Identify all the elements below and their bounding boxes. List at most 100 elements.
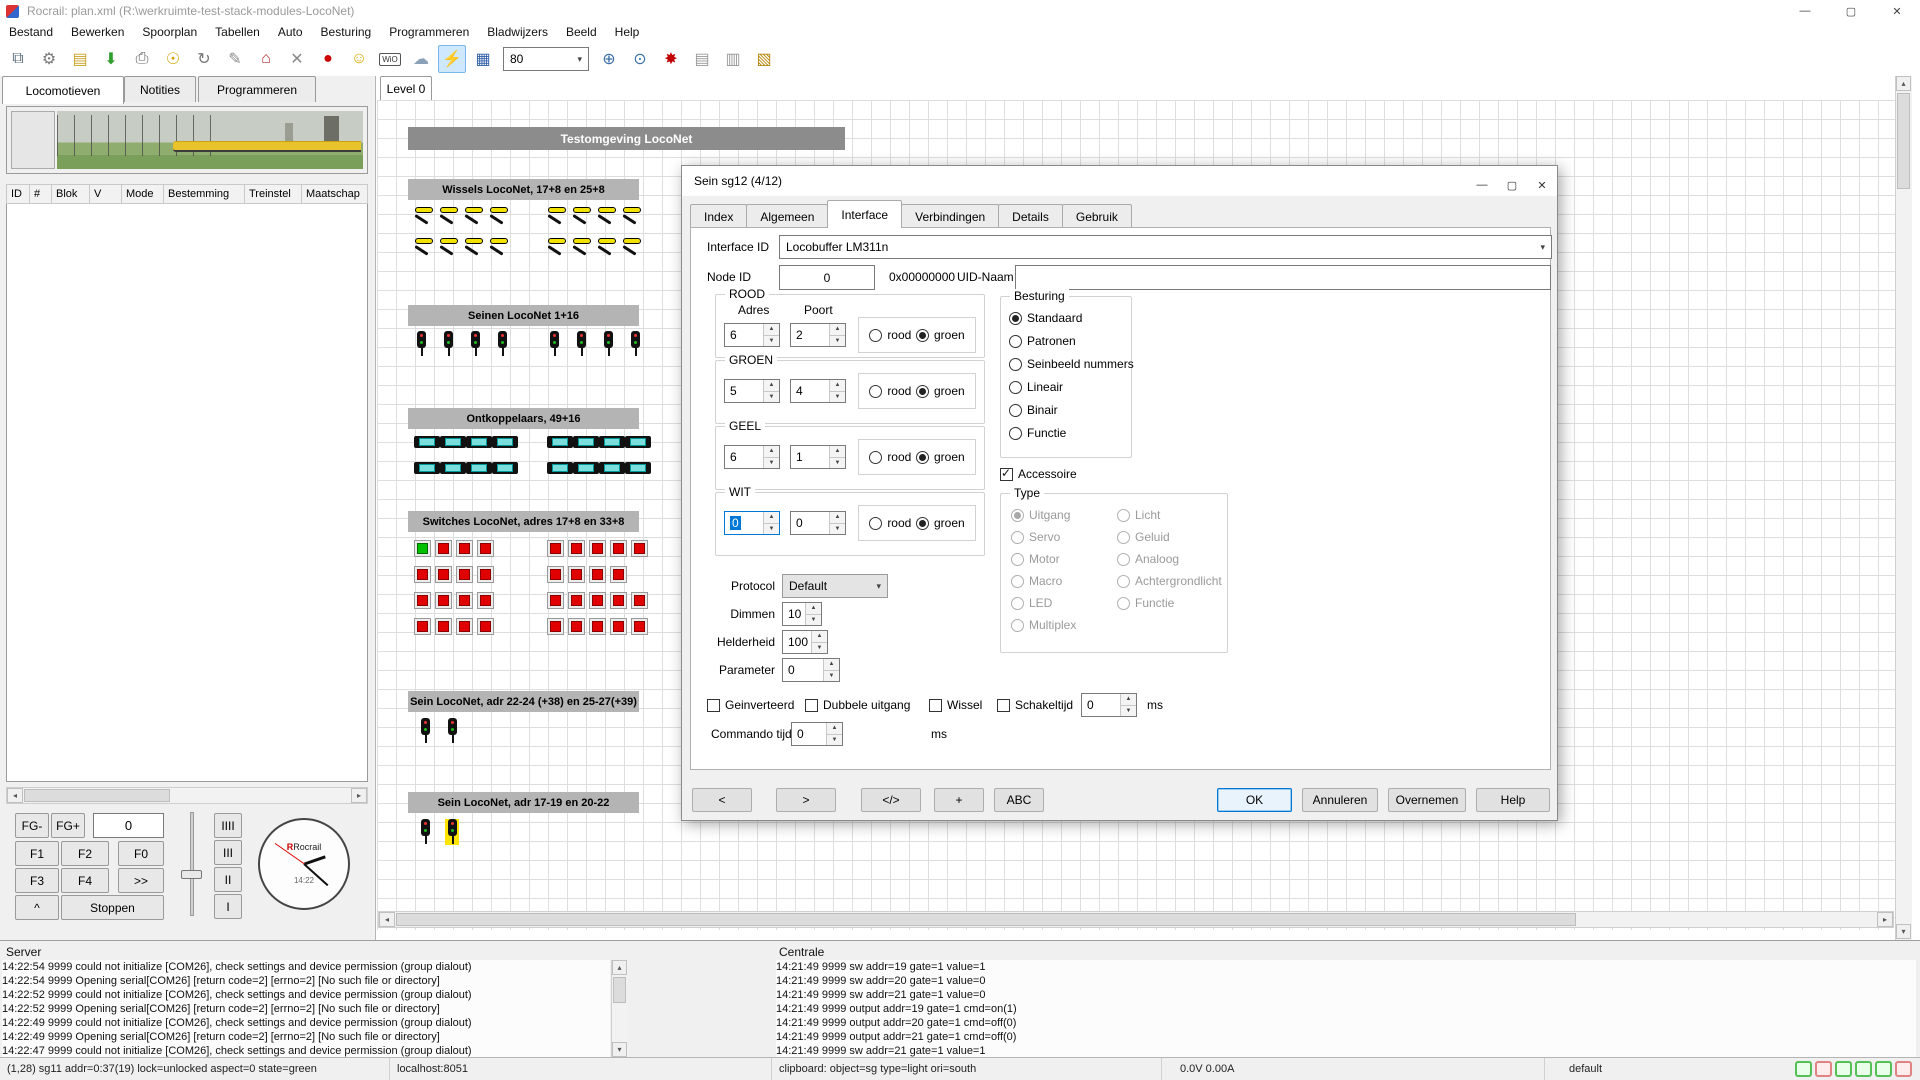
switch-button[interactable] <box>414 540 431 557</box>
menu-bewerken[interactable]: Bewerken <box>62 23 133 41</box>
menu-spoorplan[interactable]: Spoorplan <box>133 23 206 41</box>
switch-button[interactable] <box>414 566 431 583</box>
spin-down-icon[interactable]: ▼ <box>827 735 842 746</box>
close-panel-button[interactable]: ✕ <box>283 45 311 73</box>
signal-symbol[interactable] <box>418 819 432 845</box>
scroll-thumb[interactable] <box>396 913 1576 926</box>
f0-button[interactable]: F0 <box>118 841 164 866</box>
scroll-down-icon[interactable]: ▾ <box>612 1042 627 1057</box>
signal-symbol[interactable] <box>414 331 428 357</box>
signal-symbol[interactable] <box>628 331 642 357</box>
dialog-tab-verbindingen[interactable]: Verbindingen <box>901 204 999 228</box>
spin-up-icon[interactable]: ▲ <box>830 380 845 392</box>
helderheid-spinner[interactable]: 100▲▼ <box>782 630 828 654</box>
decoupler-symbol[interactable] <box>573 462 599 474</box>
maximize-button[interactable]: ▢ <box>1497 170 1527 200</box>
switch-button[interactable] <box>435 592 452 609</box>
accessoire-checkbox[interactable]: Accessoire <box>1000 467 1077 481</box>
switch-button[interactable] <box>589 618 606 635</box>
spin-down-icon[interactable]: ▼ <box>830 392 845 403</box>
wissel-symbol[interactable] <box>597 237 619 255</box>
rood-adres-spinner[interactable]: 6▲▼ <box>724 323 780 347</box>
wissel-symbol[interactable] <box>597 206 619 224</box>
rood-poort-spinner[interactable]: 2▲▼ <box>790 323 846 347</box>
switch-button[interactable] <box>568 592 585 609</box>
decoupler-symbol[interactable] <box>492 462 518 474</box>
open-folder-button[interactable]: ▤ <box>66 45 94 73</box>
decoupler-symbol[interactable] <box>547 462 573 474</box>
dialog-tab-gebruik[interactable]: Gebruik <box>1062 204 1132 228</box>
spin-down-icon[interactable]: ▼ <box>764 336 779 347</box>
maximize-button[interactable]: ▢ <box>1828 0 1874 22</box>
notes-button[interactable]: ▤ <box>688 45 716 73</box>
decoupler-symbol[interactable] <box>414 462 440 474</box>
spin-down-icon[interactable]: ▼ <box>806 615 821 626</box>
switch-button[interactable] <box>477 566 494 583</box>
spin-down-icon[interactable]: ▼ <box>824 671 839 682</box>
switch-button[interactable] <box>547 566 564 583</box>
signal-symbol[interactable] <box>495 331 509 357</box>
decoupler-symbol[interactable] <box>492 436 518 448</box>
spin-up-icon[interactable]: ▲ <box>806 603 821 615</box>
scroll-down-icon[interactable]: ▾ <box>1896 924 1911 939</box>
radio-rood[interactable]: rood <box>869 450 911 464</box>
dialog-tab-algemeen[interactable]: Algemeen <box>746 204 828 228</box>
overnemen-button[interactable]: Overnemen <box>1388 788 1466 812</box>
direction-button[interactable]: ^ <box>15 895 59 920</box>
switch-button[interactable] <box>414 618 431 635</box>
interface-id-combo[interactable]: Locobuffer LM311n ▾ <box>779 235 1552 259</box>
nav-button-3[interactable]: + <box>934 788 984 812</box>
help-button[interactable]: Help <box>1476 788 1550 812</box>
spin-up-icon[interactable]: ▲ <box>827 723 842 735</box>
switch-button[interactable] <box>477 618 494 635</box>
f3-button[interactable]: F3 <box>15 868 59 893</box>
centrale-log-list[interactable]: 14:21:49 9999 sw addr=19 gate=1 value=11… <box>776 960 1916 1057</box>
geel-adres-spinner[interactable]: 6▲▼ <box>724 445 780 469</box>
decoupler-symbol[interactable] <box>440 436 466 448</box>
wissel-symbol[interactable] <box>439 237 461 255</box>
minimize-button[interactable]: — <box>1782 0 1828 22</box>
fg-minus-button[interactable]: FG- <box>15 813 49 838</box>
step-button-iii[interactable]: III <box>214 840 242 865</box>
commando-spinner[interactable]: 0▲▼ <box>791 722 843 746</box>
minimize-button[interactable]: — <box>1467 170 1497 200</box>
signal-symbol[interactable] <box>445 819 459 845</box>
menu-beeld[interactable]: Beeld <box>557 23 606 41</box>
scroll-left-icon[interactable]: ◂ <box>7 788 23 803</box>
zoom-select[interactable]: 80▾ <box>503 47 589 71</box>
groen-poort-spinner[interactable]: 4▲▼ <box>790 379 846 403</box>
wit-adres-spinner[interactable]: 0▲▼ <box>724 511 780 535</box>
card-index-button[interactable]: ▥ <box>719 45 747 73</box>
spin-down-icon[interactable]: ▼ <box>812 643 827 654</box>
decoupler-symbol[interactable] <box>599 436 625 448</box>
zoom-reset-button[interactable]: ⊙ <box>626 45 654 73</box>
dialog-tab-interface[interactable]: Interface <box>827 200 902 228</box>
switch-button[interactable] <box>610 618 627 635</box>
signal-symbol[interactable] <box>418 718 432 744</box>
scroll-thumb[interactable] <box>1897 93 1910 189</box>
server-log-list[interactable]: 14:22:54 9999 could not initialize [COM2… <box>2 960 610 1057</box>
signal-symbol[interactable] <box>574 331 588 357</box>
power-stop-button[interactable]: ● <box>314 45 342 73</box>
annuleren-button[interactable]: Annuleren <box>1302 788 1378 812</box>
alert-button[interactable]: ✸ <box>657 45 685 73</box>
spin-up-icon[interactable]: ▲ <box>812 631 827 643</box>
scroll-right-icon[interactable]: ▸ <box>351 788 367 803</box>
switch-button[interactable] <box>435 540 452 557</box>
spin-down-icon[interactable]: ▼ <box>764 524 779 535</box>
signal-symbol[interactable] <box>468 331 482 357</box>
spin-up-icon[interactable]: ▲ <box>764 380 779 392</box>
switch-button[interactable] <box>631 540 648 557</box>
switch-button[interactable] <box>610 540 627 557</box>
close-button[interactable]: ✕ <box>1527 170 1557 200</box>
switch-button[interactable] <box>477 592 494 609</box>
besturing-option-lineair[interactable]: Lineair <box>1009 380 1134 394</box>
spin-down-icon[interactable]: ▼ <box>830 524 845 535</box>
zoom-in-button[interactable]: ⊕ <box>595 45 623 73</box>
radio-rood[interactable]: rood <box>869 384 911 398</box>
node-id-field[interactable]: 0 <box>779 265 875 290</box>
stop-button[interactable]: Stoppen <box>61 895 164 920</box>
menu-bestand[interactable]: Bestand <box>0 23 62 41</box>
switch-button[interactable] <box>547 618 564 635</box>
ok-button[interactable]: OK <box>1217 788 1292 812</box>
